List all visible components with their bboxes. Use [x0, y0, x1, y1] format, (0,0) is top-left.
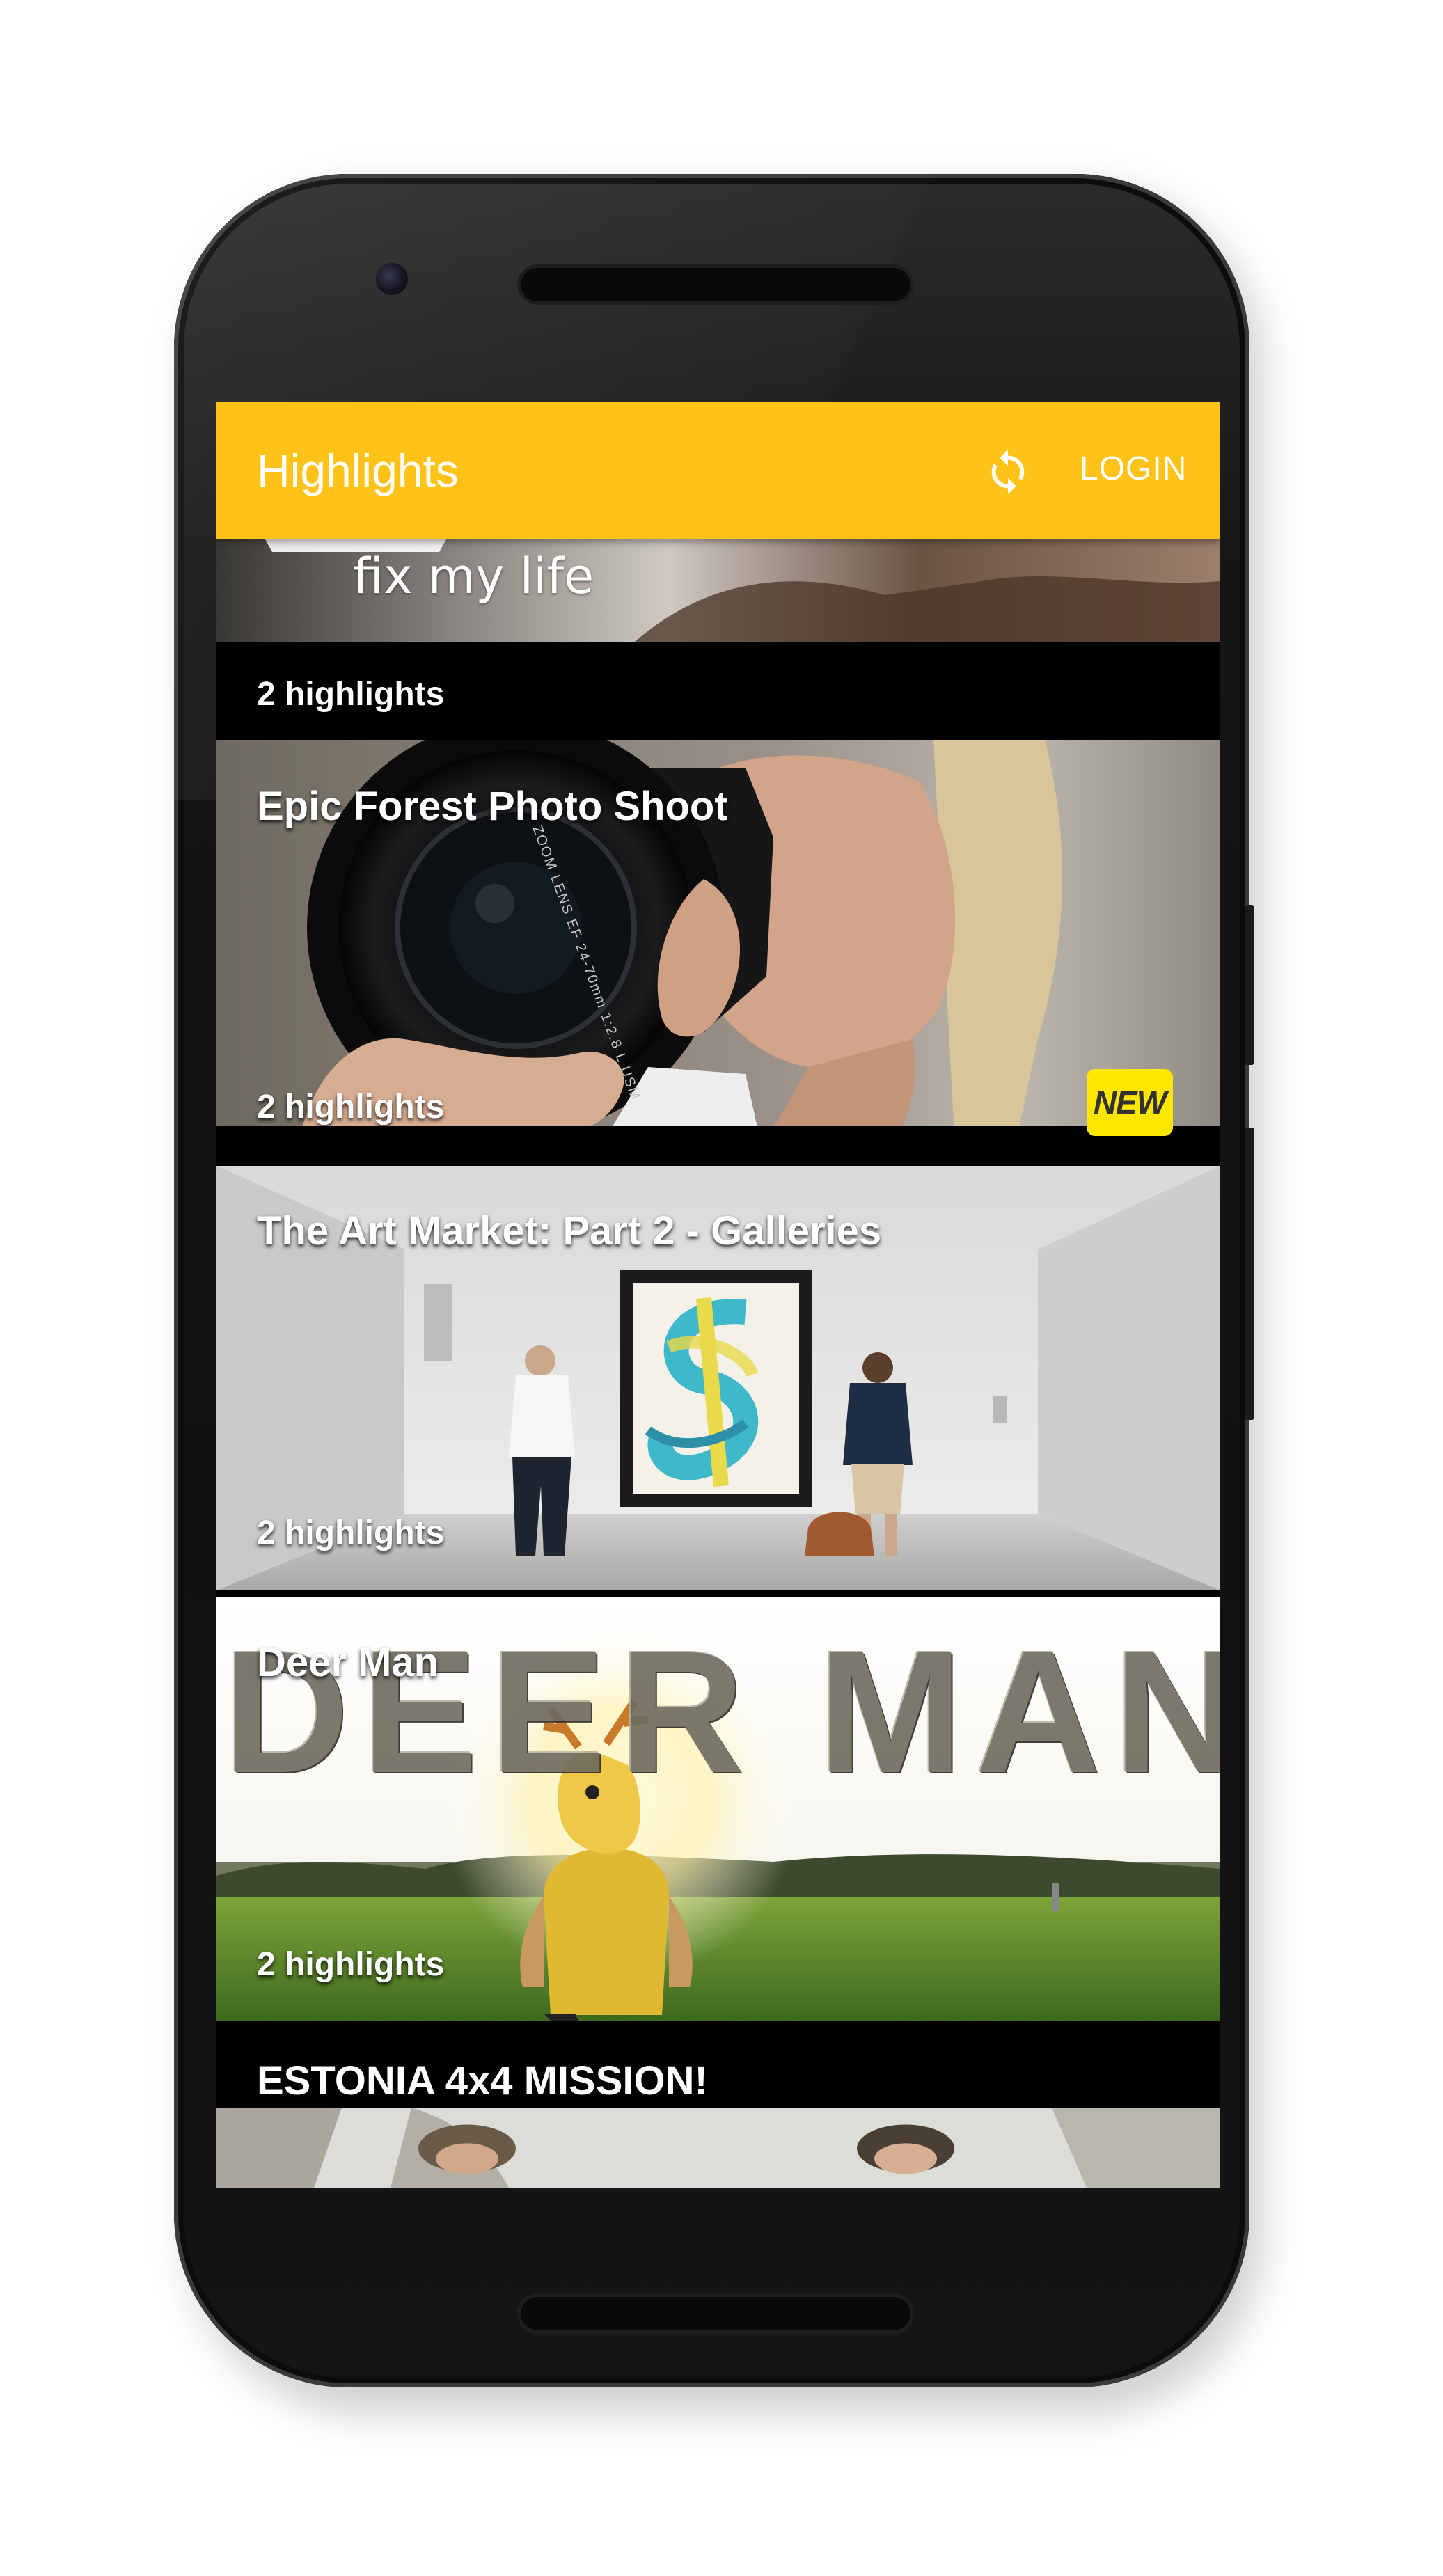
top-speaker	[521, 268, 910, 301]
video-card[interactable]: ZOOM LENS EF 24-70mm 1:2.8 L USM Epic Fo…	[216, 740, 1220, 1137]
card-title: Deer Man	[257, 1640, 439, 1685]
video-card[interactable]: DEER MAN Deer Man 2 highlights	[216, 1597, 1220, 2021]
volume-button[interactable]	[1245, 905, 1254, 1065]
card-count: 2 highlights	[257, 1515, 445, 1551]
screen: fix my life 2 highlights ZOOM LENS EF 24…	[216, 402, 1220, 2188]
card-count: 2 highlights	[257, 1089, 445, 1125]
partial-card-count: 2 highlights	[257, 676, 445, 713]
partial-card-image-text: fix my life	[353, 548, 594, 605]
refresh-icon	[991, 449, 1025, 495]
card-title: Epic Forest Photo Shoot	[257, 784, 728, 829]
refresh-button[interactable]	[977, 441, 1039, 503]
login-button[interactable]: LOGIN	[1080, 450, 1187, 488]
new-badge: NEW	[1087, 1069, 1173, 1136]
app-bar: Highlights LOGIN	[216, 402, 1220, 539]
card-title: The Art Market: Part 2 - Galleries	[257, 1208, 882, 1254]
card-title: ESTONIA 4x4 MISSION!	[257, 2058, 708, 2103]
video-card[interactable]: ESTONIA 4x4 MISSION!	[216, 2024, 1220, 2188]
front-camera	[376, 263, 408, 295]
video-card[interactable]: The Art Market: Part 2 - Galleries 2 hig…	[216, 1166, 1220, 1590]
card-count: 2 highlights	[257, 1946, 445, 1983]
power-button[interactable]	[1245, 1128, 1254, 1420]
bottom-speaker	[521, 2297, 910, 2330]
page-title: Highlights	[257, 445, 459, 496]
estonia-image	[216, 2108, 1220, 2188]
